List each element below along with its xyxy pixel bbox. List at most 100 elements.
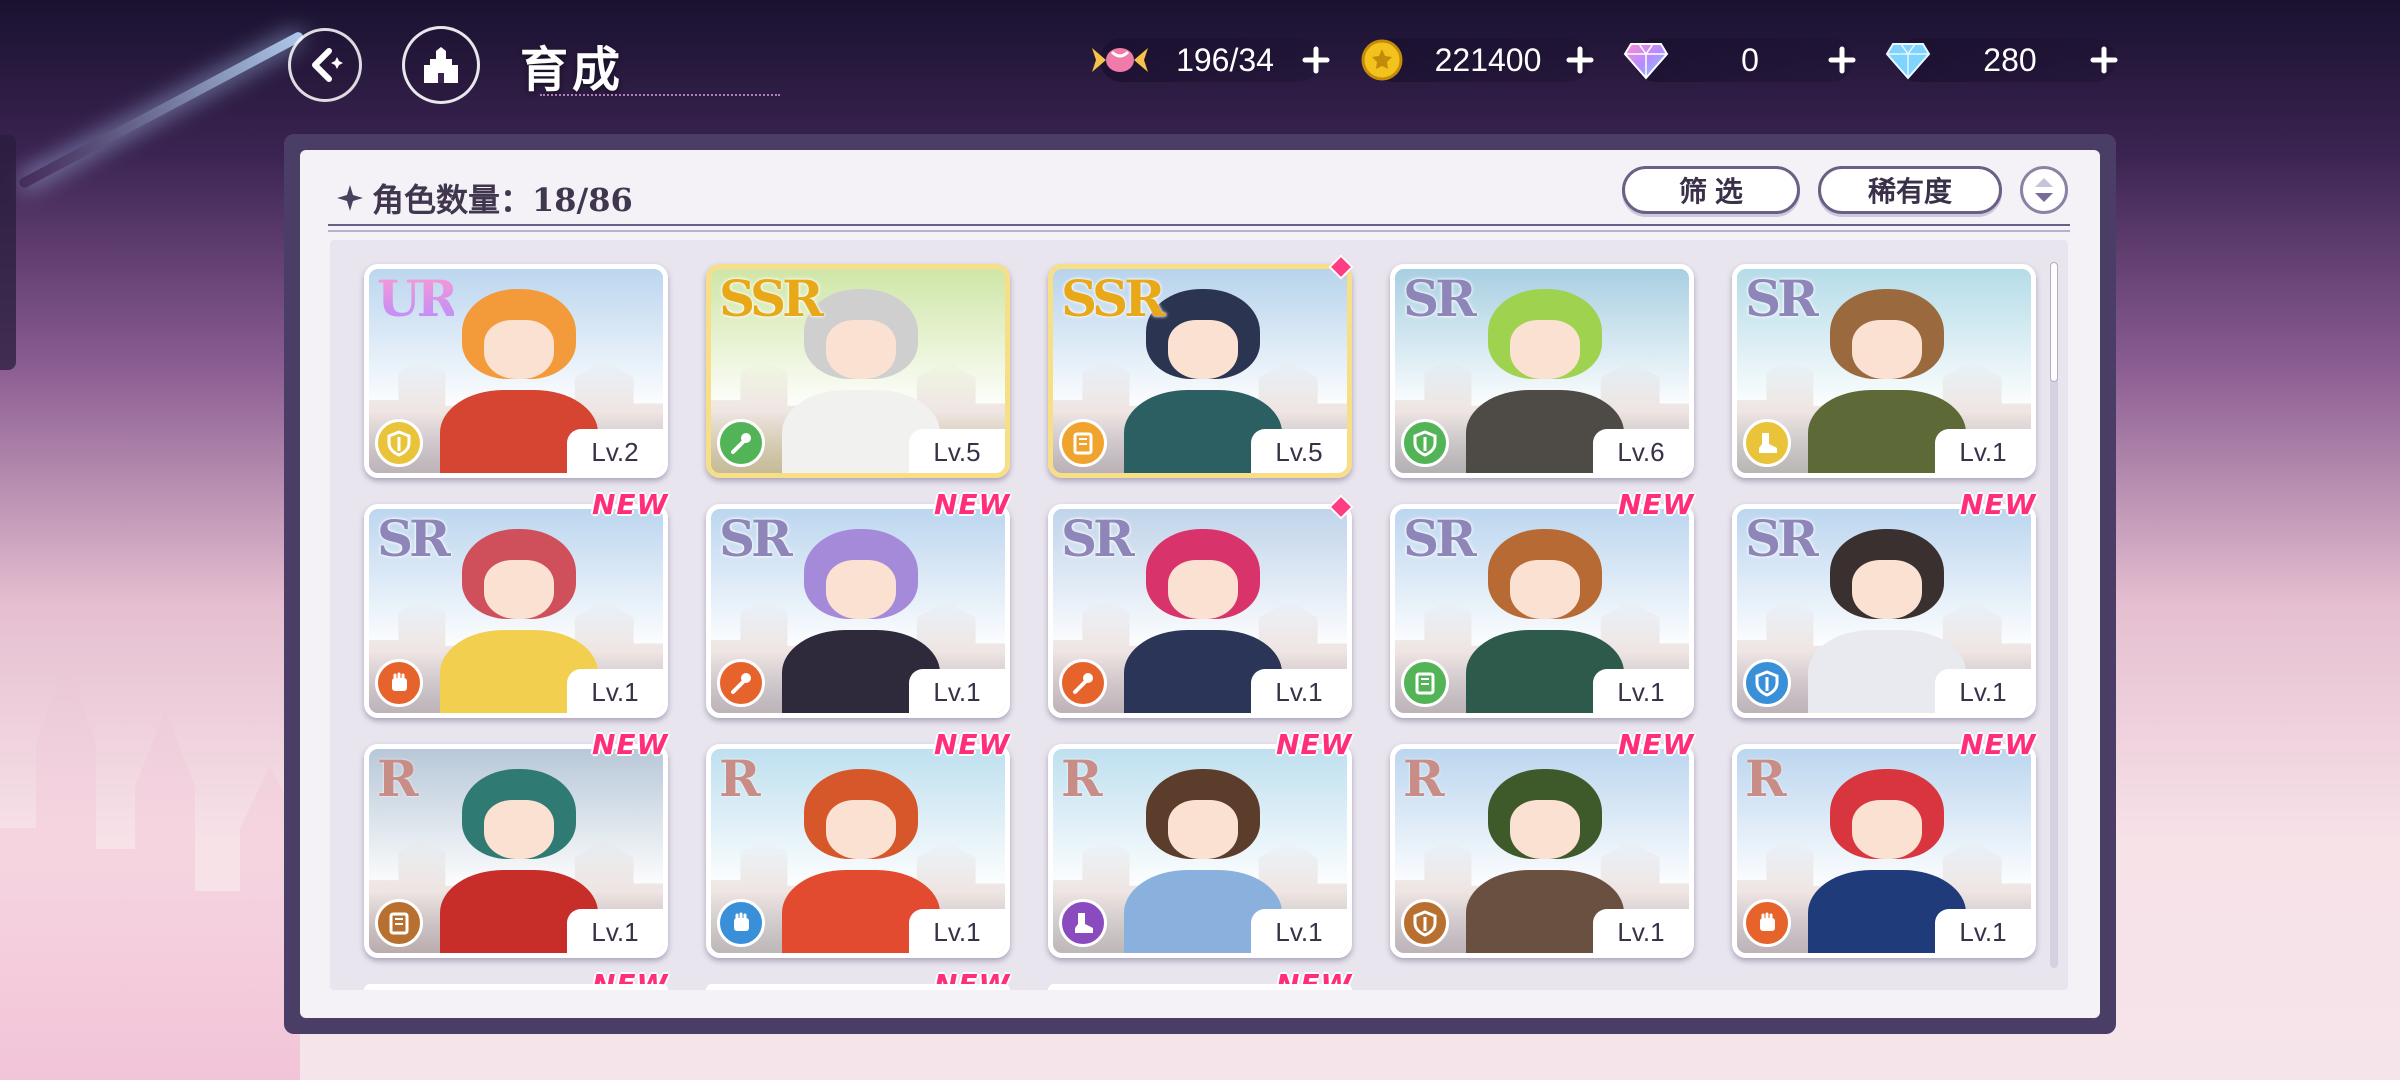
new-badge: NEW (1618, 488, 1695, 521)
character-card[interactable]: SR Lv.1 (1732, 504, 2036, 718)
new-badge: NEW (1276, 728, 1353, 761)
character-card[interactable] (364, 984, 668, 990)
boot-class-icon (1059, 899, 1107, 947)
fist-class-icon (1743, 899, 1791, 947)
grid-scrollbar[interactable] (2050, 262, 2058, 968)
sort-order-button[interactable] (2020, 166, 2068, 214)
character-card[interactable]: R Lv.1 (1732, 744, 2036, 958)
rarity-sort-button[interactable]: 稀有度 (1818, 166, 2002, 214)
shield-class-icon (1401, 899, 1449, 947)
character-count: 角色数量：18/86 (336, 178, 633, 219)
rarity-label: SR (377, 509, 451, 568)
wand-class-icon (717, 419, 765, 467)
fist-class-icon (375, 659, 423, 707)
level-label: Lv.1 (1935, 429, 2031, 473)
character-card[interactable]: SR Lv.6 (1390, 264, 1694, 478)
level-label: Lv.1 (1935, 909, 2031, 953)
candy-add-button[interactable] (1296, 40, 1336, 80)
shield-class-icon (1401, 419, 1449, 467)
level-label: Lv.6 (1593, 429, 1689, 473)
rarity-label: R (1745, 749, 1787, 808)
shield-class-icon (375, 419, 423, 467)
level-label: Lv.1 (1935, 669, 2031, 713)
rarity-label: SR (1403, 509, 1477, 568)
home-button[interactable] (402, 26, 480, 104)
diamond-icon (1884, 38, 1932, 82)
back-arrow-icon (312, 48, 343, 82)
diamond-value: 280 (1983, 42, 2037, 78)
wand-class-icon (1059, 659, 1107, 707)
candy-value: 196/34 (1176, 42, 1274, 78)
character-card[interactable]: SR Lv.1 (1732, 264, 2036, 478)
level-label: Lv.1 (1593, 909, 1689, 953)
plus-icon (1302, 46, 1330, 74)
level-label: Lv.1 (909, 909, 1005, 953)
level-label: Lv.1 (1593, 669, 1689, 713)
scrollbar-thumb[interactable] (2050, 262, 2058, 382)
gold-add-button[interactable] (1560, 40, 1600, 80)
character-card[interactable]: SSR Lv.5 (1048, 264, 1352, 478)
sparkle-icon (337, 185, 363, 211)
character-count-label: 角色数量：18/86 (372, 181, 633, 219)
fist-class-icon (717, 899, 765, 947)
level-label: Lv.1 (567, 669, 663, 713)
character-card[interactable] (1048, 984, 1352, 990)
level-label: Lv.5 (1251, 429, 1347, 473)
character-card[interactable] (706, 984, 1010, 990)
rarity-label: R (377, 749, 419, 808)
rarity-label: SR (1745, 269, 1819, 328)
rarity-label: SR (1061, 509, 1135, 568)
new-badge: NEW (1618, 728, 1695, 761)
plus-icon (1828, 46, 1856, 74)
book-class-icon (1059, 419, 1107, 467)
rarity-label: SSR (719, 269, 824, 328)
new-badge: NEW (934, 488, 1011, 521)
candy-icon (1090, 36, 1150, 84)
character-card[interactable]: SR Lv.1 (706, 504, 1010, 718)
character-card[interactable]: SR Lv.1 (364, 504, 668, 718)
title-decoration (540, 78, 780, 96)
rarity-label: SR (1745, 509, 1819, 568)
character-card[interactable]: R Lv.1 (706, 744, 1010, 958)
level-label: Lv.1 (909, 669, 1005, 713)
wand-class-icon (717, 659, 765, 707)
character-card[interactable]: UR Lv.2 (364, 264, 668, 478)
back-button[interactable] (288, 28, 362, 102)
book-class-icon (1401, 659, 1449, 707)
level-label: Lv.1 (567, 909, 663, 953)
rarity-label: R (1061, 749, 1103, 808)
rarity-label: R (719, 749, 761, 808)
character-card[interactable]: R Lv.1 (1390, 744, 1694, 958)
book-class-icon (375, 899, 423, 947)
diamond-add-button[interactable] (2084, 40, 2124, 80)
character-card[interactable]: SR Lv.1 (1390, 504, 1694, 718)
plus-icon (2090, 46, 2118, 74)
new-badge: NEW (1960, 728, 2037, 761)
new-badge: NEW (934, 728, 1011, 761)
boot-class-icon (1743, 419, 1791, 467)
character-card[interactable]: SR Lv.1 (1048, 504, 1352, 718)
sort-arrows-icon (2035, 178, 2053, 202)
gold-value: 221400 (1434, 42, 1542, 78)
character-card[interactable]: R Lv.1 (1048, 744, 1352, 958)
side-drawer-handle[interactable] (0, 135, 16, 370)
new-badge: NEW (1960, 488, 2037, 521)
level-label: Lv.1 (1251, 909, 1347, 953)
shield-class-icon (1743, 659, 1791, 707)
rarity-label: R (1403, 749, 1445, 808)
plus-icon (1566, 46, 1594, 74)
rarity-label: UR (377, 269, 458, 328)
rarity-label: SR (719, 509, 793, 568)
level-label: Lv.1 (1251, 669, 1347, 713)
gold-coin-icon (1358, 38, 1406, 82)
character-card[interactable]: R Lv.1 (364, 744, 668, 958)
rarity-label: SR (1403, 269, 1477, 328)
background-castle (0, 660, 300, 1080)
character-card[interactable]: SSR Lv.5 (706, 264, 1010, 478)
rainbow-gem-add-button[interactable] (1822, 40, 1862, 80)
rainbow-gem-icon (1622, 38, 1670, 82)
header-divider (328, 224, 2070, 232)
filter-button[interactable]: 筛 选 (1622, 166, 1800, 214)
new-badge: NEW (592, 488, 669, 521)
background-light-streak (17, 30, 305, 190)
